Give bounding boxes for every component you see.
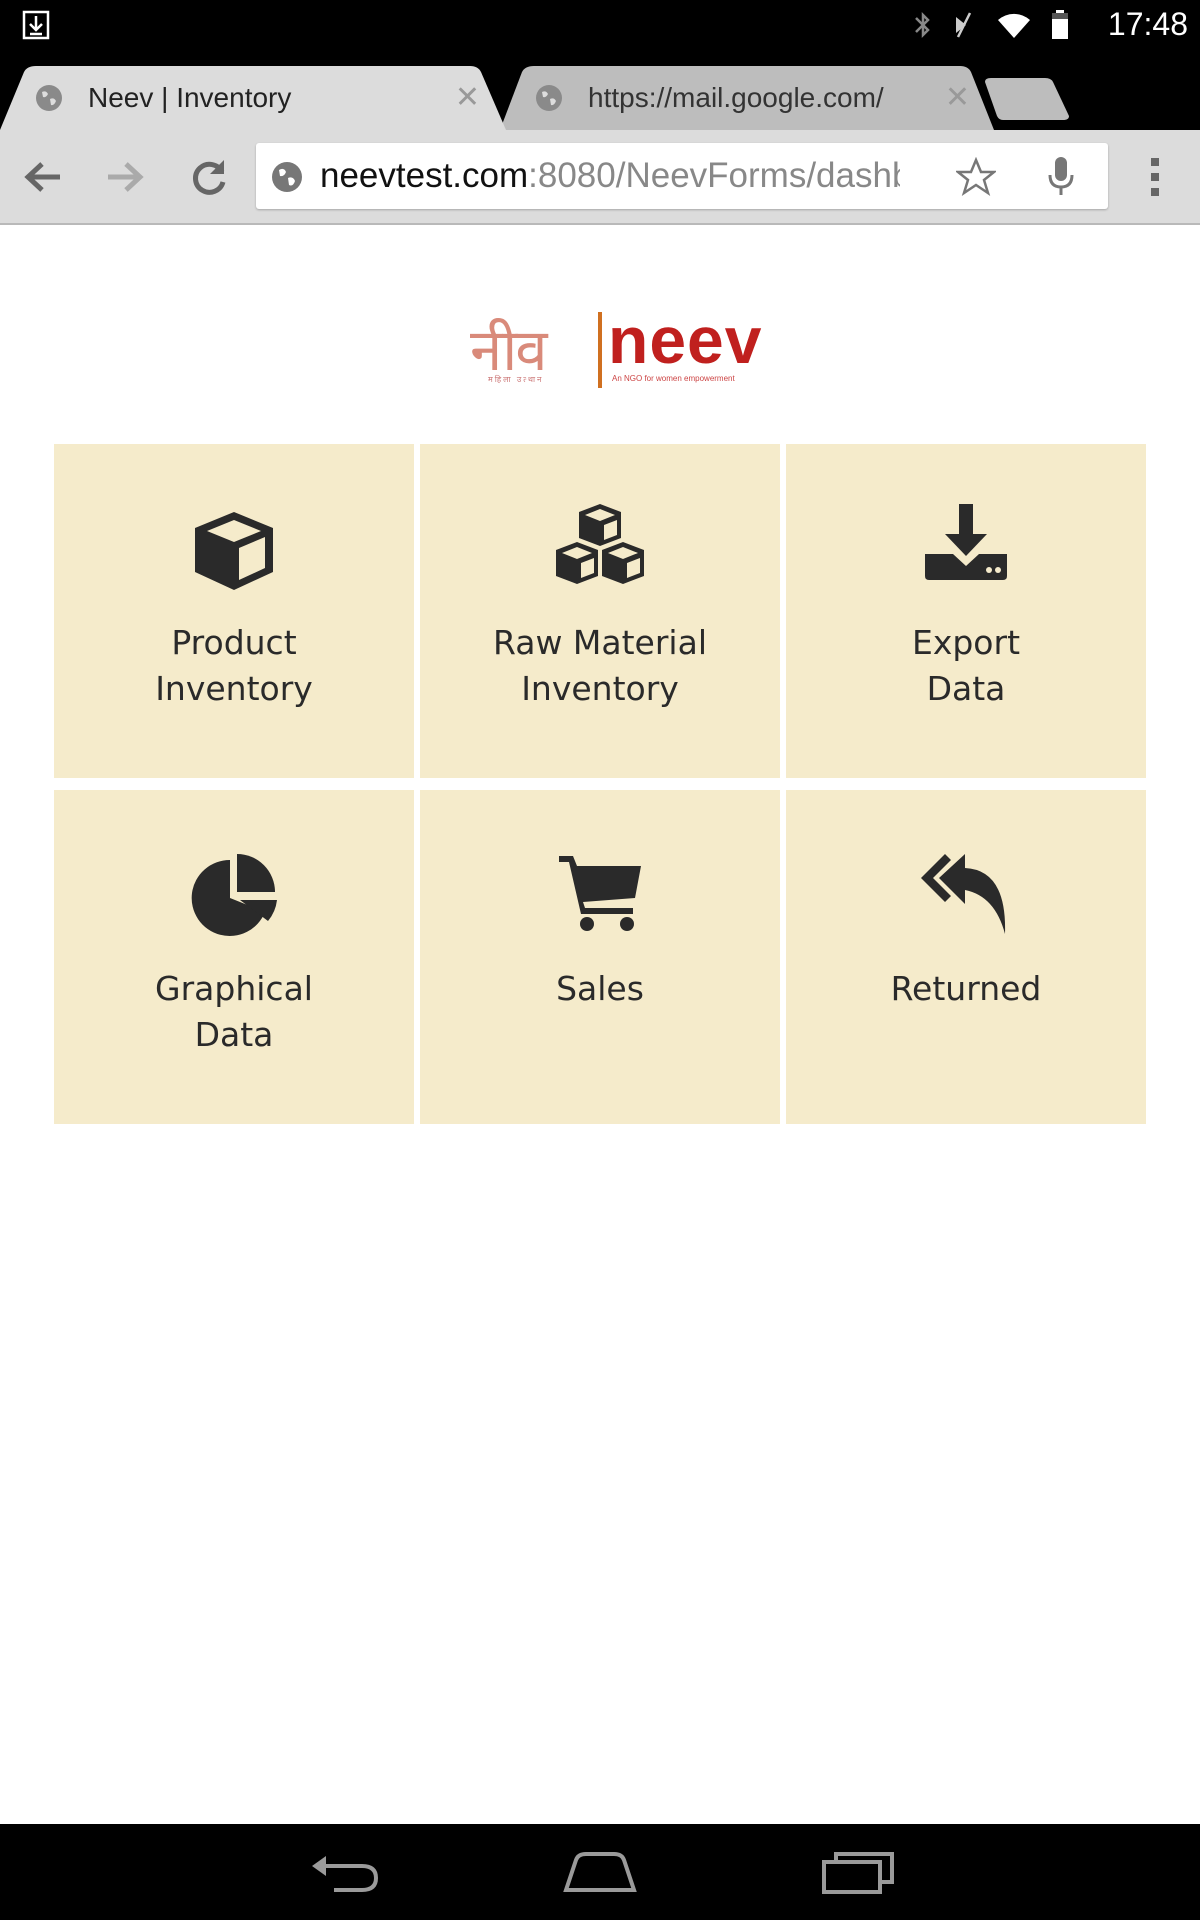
- back-button[interactable]: [20, 154, 66, 200]
- forward-button[interactable]: [102, 154, 148, 200]
- bluetooth-icon: [915, 11, 930, 39]
- nav-home-button[interactable]: [560, 1848, 640, 1896]
- logo-tagline-hindi: महिला उत्थान: [488, 375, 544, 384]
- nav-recents-button[interactable]: [818, 1848, 898, 1896]
- tab-title: Neev | Inventory: [88, 82, 292, 113]
- raw-material-inventory-tile[interactable]: Raw Material Inventory: [420, 444, 780, 778]
- logo-english-text: neev: [608, 303, 763, 377]
- close-tab-icon[interactable]: ✕: [455, 83, 480, 113]
- tile-label: Product Inventory: [155, 623, 313, 708]
- globe-icon: [36, 85, 62, 111]
- overflow-menu-icon[interactable]: [1144, 154, 1166, 200]
- cube-icon: [195, 512, 273, 590]
- tile-label: Sales: [556, 969, 644, 1008]
- export-data-tile[interactable]: Export Data: [786, 444, 1146, 778]
- globe-icon: [272, 162, 302, 192]
- tab-title: https://mail.google.com/: [588, 82, 884, 113]
- logo-tagline-english: An NGO for women empowerment: [612, 374, 735, 383]
- nav-back-button[interactable]: [304, 1848, 384, 1896]
- tile-label: Raw Material Inventory: [493, 623, 707, 708]
- graphical-data-tile[interactable]: Graphical Data: [54, 790, 414, 1124]
- wifi-icon: [998, 13, 1030, 38]
- download-icon: [925, 504, 1007, 580]
- tab-gmail[interactable]: https://mail.google.com/ ✕: [500, 66, 1000, 130]
- android-nav-bar: [0, 1824, 1200, 1920]
- microphone-icon[interactable]: [1046, 155, 1076, 197]
- url-text[interactable]: neevtest.com:8080/NeevForms/dashb: [320, 156, 900, 196]
- address-bar[interactable]: neevtest.com:8080/NeevForms/dashb: [256, 143, 1108, 209]
- url-host: neevtest.com: [320, 156, 529, 195]
- battery-icon: [1052, 10, 1068, 39]
- tile-label: Graphical Data: [155, 969, 313, 1054]
- bookmark-star-icon[interactable]: [956, 157, 996, 197]
- logo-divider: [598, 312, 602, 388]
- browser-toolbar: neevtest.com:8080/NeevForms/dashb: [0, 130, 1200, 225]
- download-notification-icon: [22, 10, 50, 40]
- cubes-icon: [556, 504, 644, 584]
- returned-tile[interactable]: Returned: [786, 790, 1146, 1124]
- close-tab-icon[interactable]: ✕: [945, 83, 970, 113]
- tab-neev-inventory[interactable]: Neev | Inventory ✕: [0, 66, 510, 130]
- globe-icon: [536, 85, 562, 111]
- tab-strip: https://mail.google.com/ ✕ Neev | Invent…: [0, 50, 1200, 130]
- status-time: 17:48: [1107, 6, 1188, 42]
- sales-tile[interactable]: Sales: [420, 790, 780, 1124]
- new-tab-button[interactable]: [985, 78, 1069, 120]
- dashboard-grid: Product Inventory Raw Material Inventory: [54, 444, 1146, 1124]
- status-bar: 17:48: [0, 0, 1200, 50]
- product-inventory-tile[interactable]: Product Inventory: [54, 444, 414, 778]
- url-path: :8080/NeevForms/dashb: [528, 156, 900, 195]
- tile-label: Returned: [890, 969, 1042, 1008]
- reply-all-icon: [921, 854, 1006, 934]
- tile-label: Export Data: [911, 623, 1021, 708]
- pie-chart-icon: [191, 854, 277, 936]
- shopping-cart-icon: [559, 856, 641, 931]
- vibrate-muted-icon: [956, 12, 972, 38]
- reload-button[interactable]: [186, 154, 232, 200]
- neev-logo: नीव neev महिला उत्थान An NGO for women e…: [470, 303, 761, 392]
